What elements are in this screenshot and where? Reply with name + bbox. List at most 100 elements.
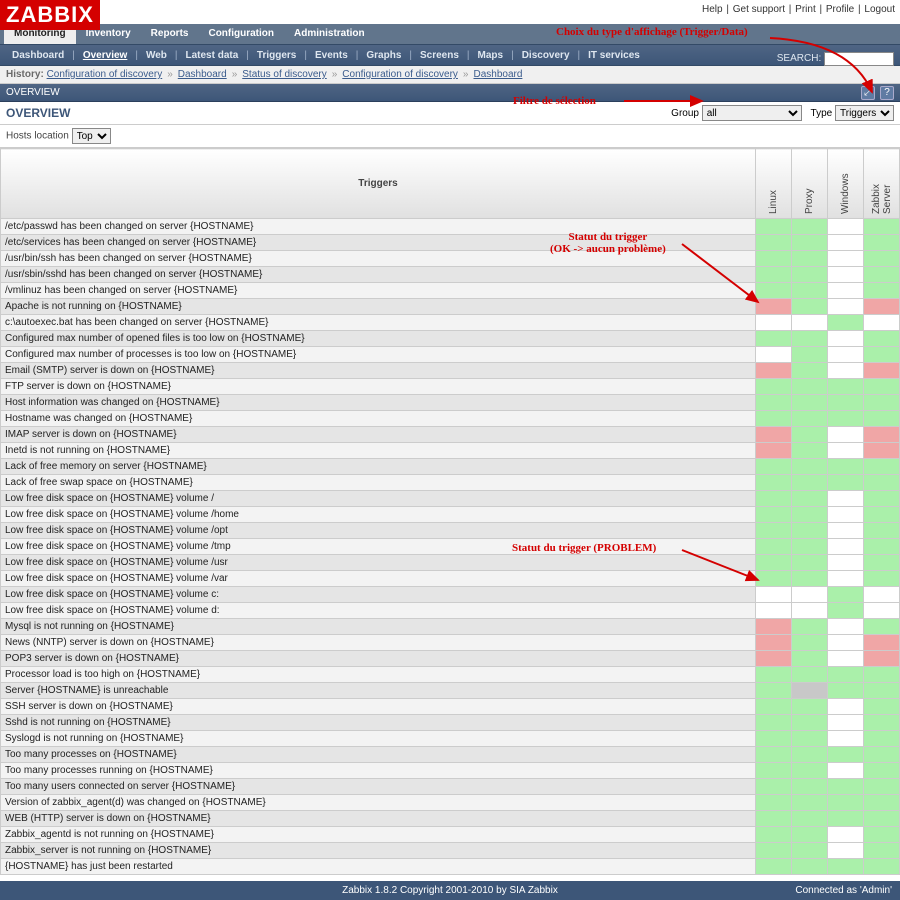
status-cell[interactable] <box>864 379 900 395</box>
status-cell[interactable] <box>792 763 828 779</box>
submenu-graphs[interactable]: Graphs <box>358 45 409 67</box>
status-cell[interactable] <box>828 379 864 395</box>
hosts-location-select[interactable]: Top <box>72 128 111 144</box>
status-cell[interactable] <box>792 219 828 235</box>
menu-administration[interactable]: Administration <box>284 24 375 44</box>
status-cell[interactable] <box>756 315 792 331</box>
status-cell[interactable] <box>792 267 828 283</box>
status-cell[interactable] <box>792 587 828 603</box>
status-cell[interactable] <box>828 651 864 667</box>
status-cell[interactable] <box>756 827 792 843</box>
status-cell[interactable] <box>792 747 828 763</box>
status-cell[interactable] <box>792 331 828 347</box>
status-cell[interactable] <box>864 571 900 587</box>
submenu-latest-data[interactable]: Latest data <box>177 45 246 67</box>
status-cell[interactable] <box>792 475 828 491</box>
status-cell[interactable] <box>828 555 864 571</box>
status-cell[interactable] <box>864 811 900 827</box>
status-cell[interactable] <box>864 603 900 619</box>
status-cell[interactable] <box>756 475 792 491</box>
status-cell[interactable] <box>756 619 792 635</box>
submenu-dashboard[interactable]: Dashboard <box>4 45 72 67</box>
col-header-host[interactable]: Linux <box>756 149 792 219</box>
history-link[interactable]: Configuration of discovery <box>47 69 163 80</box>
submenu-triggers[interactable]: Triggers <box>249 45 304 67</box>
status-cell[interactable] <box>756 443 792 459</box>
submenu-discovery[interactable]: Discovery <box>514 45 578 67</box>
status-cell[interactable] <box>828 715 864 731</box>
type-select[interactable]: Triggers <box>835 105 894 121</box>
status-cell[interactable] <box>792 699 828 715</box>
status-cell[interactable] <box>756 235 792 251</box>
status-cell[interactable] <box>792 779 828 795</box>
status-cell[interactable] <box>792 715 828 731</box>
status-cell[interactable] <box>864 667 900 683</box>
status-cell[interactable] <box>792 603 828 619</box>
status-cell[interactable] <box>864 475 900 491</box>
status-cell[interactable] <box>756 251 792 267</box>
col-header-host[interactable]: Windows <box>828 149 864 219</box>
status-cell[interactable] <box>756 747 792 763</box>
status-cell[interactable] <box>792 555 828 571</box>
search-input[interactable] <box>824 52 894 66</box>
status-cell[interactable] <box>828 475 864 491</box>
status-cell[interactable] <box>756 395 792 411</box>
history-link[interactable]: Dashboard <box>178 69 227 80</box>
status-cell[interactable] <box>828 539 864 555</box>
submenu-overview[interactable]: Overview <box>75 45 135 67</box>
status-cell[interactable] <box>828 347 864 363</box>
status-cell[interactable] <box>792 443 828 459</box>
status-cell[interactable] <box>828 619 864 635</box>
status-cell[interactable] <box>792 795 828 811</box>
status-cell[interactable] <box>756 779 792 795</box>
status-cell[interactable] <box>864 459 900 475</box>
status-cell[interactable] <box>864 443 900 459</box>
status-cell[interactable] <box>828 507 864 523</box>
status-cell[interactable] <box>864 491 900 507</box>
status-cell[interactable] <box>756 731 792 747</box>
status-cell[interactable] <box>792 491 828 507</box>
status-cell[interactable] <box>756 635 792 651</box>
status-cell[interactable] <box>756 555 792 571</box>
status-cell[interactable] <box>828 251 864 267</box>
fullscreen-icon[interactable]: ⤢ <box>861 86 875 100</box>
status-cell[interactable] <box>864 843 900 859</box>
status-cell[interactable] <box>792 651 828 667</box>
status-cell[interactable] <box>828 811 864 827</box>
status-cell[interactable] <box>756 843 792 859</box>
status-cell[interactable] <box>792 539 828 555</box>
col-header-host[interactable]: Zabbix Server <box>864 149 900 219</box>
history-link[interactable]: Dashboard <box>473 69 522 80</box>
status-cell[interactable] <box>864 763 900 779</box>
status-cell[interactable] <box>756 811 792 827</box>
status-cell[interactable] <box>828 395 864 411</box>
status-cell[interactable] <box>792 395 828 411</box>
status-cell[interactable] <box>828 603 864 619</box>
status-cell[interactable] <box>828 363 864 379</box>
status-cell[interactable] <box>828 443 864 459</box>
status-cell[interactable] <box>828 459 864 475</box>
status-cell[interactable] <box>792 315 828 331</box>
submenu-maps[interactable]: Maps <box>470 45 512 67</box>
toplink-help[interactable]: Help <box>702 4 723 15</box>
status-cell[interactable] <box>756 667 792 683</box>
status-cell[interactable] <box>792 811 828 827</box>
status-cell[interactable] <box>828 827 864 843</box>
status-cell[interactable] <box>756 795 792 811</box>
status-cell[interactable] <box>864 555 900 571</box>
status-cell[interactable] <box>864 347 900 363</box>
status-cell[interactable] <box>756 267 792 283</box>
status-cell[interactable] <box>864 523 900 539</box>
status-cell[interactable] <box>828 843 864 859</box>
submenu-screens[interactable]: Screens <box>412 45 467 67</box>
status-cell[interactable] <box>756 331 792 347</box>
help-icon[interactable]: ? <box>880 86 894 100</box>
status-cell[interactable] <box>792 523 828 539</box>
status-cell[interactable] <box>864 235 900 251</box>
status-cell[interactable] <box>864 219 900 235</box>
toplink-print[interactable]: Print <box>795 4 816 15</box>
status-cell[interactable] <box>864 411 900 427</box>
status-cell[interactable] <box>792 283 828 299</box>
status-cell[interactable] <box>756 571 792 587</box>
toplink-get-support[interactable]: Get support <box>733 4 785 15</box>
